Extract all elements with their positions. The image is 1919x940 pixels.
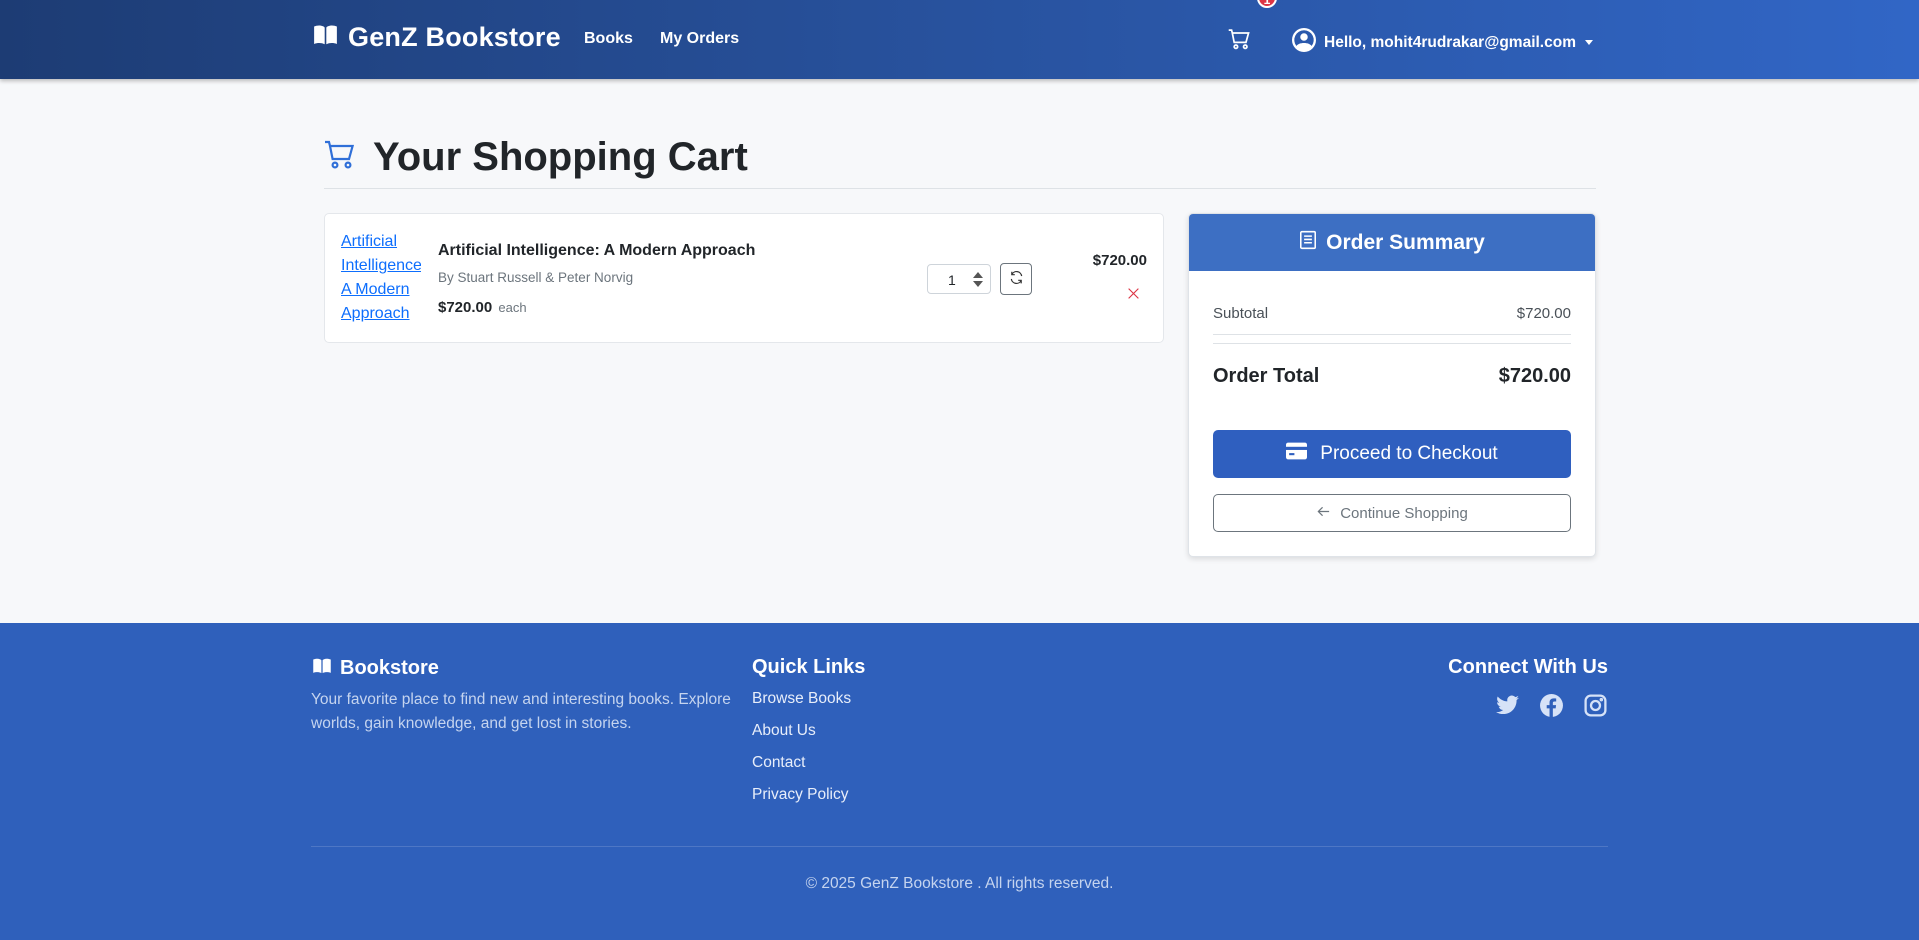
order-total-label: Order Total	[1213, 365, 1320, 387]
continue-shopping-button[interactable]: Continue Shopping	[1213, 494, 1571, 532]
decrement-arrow-icon[interactable]	[973, 281, 983, 287]
refresh-icon	[1009, 270, 1024, 288]
each-label: each	[498, 300, 527, 315]
order-total-value: $720.00	[1498, 365, 1571, 387]
continue-label: Continue Shopping	[1340, 504, 1468, 522]
cart-item-card: Artificial Intelligence: A Modern Approa…	[324, 213, 1164, 343]
item-line-total: $720.00	[1092, 252, 1147, 269]
quick-links-title: Quick Links	[752, 656, 866, 678]
book-image-link[interactable]: Artificial Intelligence: A Modern Approa…	[341, 230, 421, 326]
instagram-icon[interactable]	[1583, 693, 1608, 718]
user-dropdown-toggle[interactable]: Hello, mohit4rudrakar@gmail.com	[1292, 28, 1593, 57]
close-icon	[1127, 288, 1140, 303]
user-greeting: Hello, mohit4rudrakar@gmail.com	[1324, 33, 1576, 51]
item-author: By Stuart Russell & Peter Norvig	[438, 270, 634, 285]
footer-brand-name: Bookstore	[340, 657, 439, 679]
nav-my-orders-link[interactable]: My Orders	[660, 30, 739, 48]
quantity-value: 1	[948, 272, 956, 288]
proceed-to-checkout-button[interactable]: Proceed to Checkout	[1213, 430, 1571, 478]
summary-divider	[1213, 343, 1571, 344]
chevron-down-icon	[1584, 40, 1593, 45]
cart-count-badge: 1	[1257, 0, 1277, 8]
receipt-icon	[1299, 230, 1326, 255]
brand-name: GenZ Bookstore	[348, 22, 561, 52]
order-summary-title: Order Summary	[1326, 230, 1485, 254]
item-unit-price: $720.00 each	[438, 299, 527, 316]
cart-link[interactable]	[1227, 28, 1253, 52]
cart-icon	[1227, 29, 1252, 55]
top-navbar: GenZ Bookstore Books My Orders 1 Hello, …	[0, 0, 1919, 79]
facebook-icon[interactable]	[1539, 693, 1564, 718]
footer-brand: Bookstore	[311, 656, 439, 681]
footer-divider	[311, 846, 1608, 847]
header-divider	[324, 188, 1596, 189]
order-summary-card: Order Summary Subtotal $720.00 Order Tot…	[1188, 213, 1596, 557]
footer-link-browse-books[interactable]: Browse Books	[752, 690, 851, 708]
user-circle-icon	[1292, 28, 1324, 57]
social-links	[1495, 693, 1608, 718]
checkout-label: Proceed to Checkout	[1320, 443, 1498, 464]
credit-card-icon	[1286, 442, 1320, 466]
order-total-row: Order Total $720.00	[1213, 365, 1571, 388]
quantity-stepper[interactable]: 1	[927, 264, 991, 294]
footer-description: Your favorite place to find new and inte…	[311, 691, 731, 732]
book-open-icon	[311, 22, 348, 53]
subtotal-row: Subtotal $720.00	[1213, 305, 1571, 322]
footer-link-privacy-policy[interactable]: Privacy Policy	[752, 786, 848, 804]
cart-icon	[324, 139, 373, 176]
remove-item-button[interactable]	[1126, 287, 1140, 301]
book-open-icon	[311, 656, 340, 681]
site-footer: Bookstore Your favorite place to find ne…	[0, 623, 1919, 940]
copyright-text: © 2025 GenZ Bookstore . All rights reser…	[805, 875, 1114, 892]
nav-books-link[interactable]: Books	[584, 30, 633, 48]
subtotal-value: $720.00	[1516, 305, 1571, 322]
brand-link[interactable]: GenZ Bookstore	[311, 22, 561, 53]
summary-divider	[1213, 334, 1571, 335]
footer-link-contact[interactable]: Contact	[752, 754, 805, 772]
connect-title: Connect With Us	[1448, 656, 1608, 678]
item-title: Artificial Intelligence: A Modern Approa…	[438, 242, 756, 259]
page-title: Your Shopping Cart	[373, 135, 748, 179]
twitter-icon[interactable]	[1495, 693, 1520, 718]
update-quantity-button[interactable]	[1000, 263, 1032, 295]
book-cover-image: Artificial Intelligence: A Modern Approa…	[341, 233, 421, 322]
footer-link-about-us[interactable]: About Us	[752, 722, 816, 740]
order-summary-header: Order Summary	[1189, 214, 1595, 271]
arrow-left-icon	[1316, 504, 1340, 523]
increment-arrow-icon[interactable]	[973, 272, 983, 278]
page-header: Your Shopping Cart	[324, 135, 748, 180]
subtotal-label: Subtotal	[1213, 305, 1269, 322]
unit-price-value: $720.00	[438, 299, 493, 316]
